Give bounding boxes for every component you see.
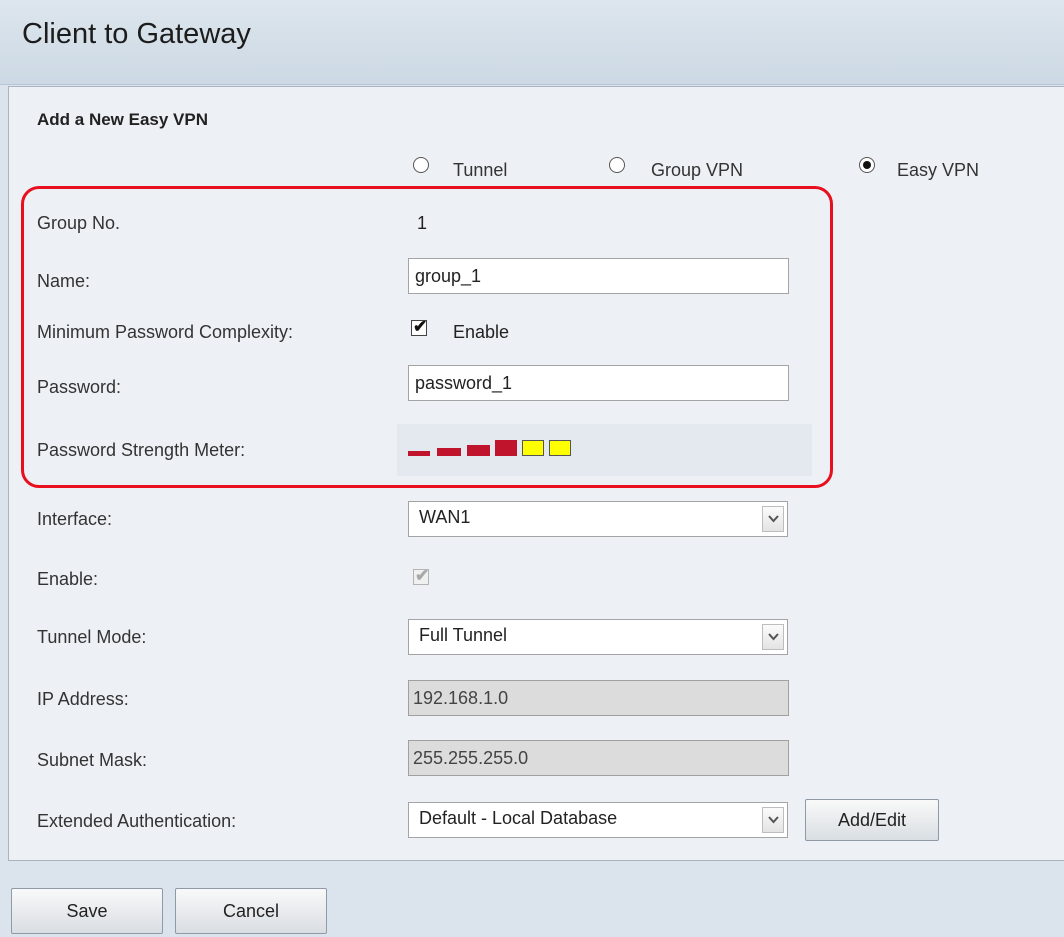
extended-authentication-select[interactable]: Default - Local Database [408,802,788,838]
enable-checkbox[interactable]: ✔ [413,566,430,585]
radio-easy-vpn[interactable] [859,157,875,173]
radio-easy-vpn-label: Easy VPN [897,160,980,180]
tunnel-mode-label: Tunnel Mode: [37,627,147,647]
page-header: Client to Gateway [0,0,1064,85]
interface-label: Interface: [37,509,113,529]
radio-tunnel-label: Tunnel [453,160,508,180]
radio-group-vpn-label: Group VPN [651,160,744,180]
interface-select[interactable]: WAN1 [408,501,788,537]
subnet-mask-input[interactable]: 255.255.255.0 [408,740,789,776]
checkmark-icon: ✔ [415,566,430,585]
section-title: Add a New Easy VPN [37,110,209,129]
save-button[interactable]: Save [11,888,163,934]
interface-select-value: WAN1 [419,507,471,527]
page-title: Client to Gateway [22,18,251,50]
ip-address-label: IP Address: [37,689,129,709]
radio-tunnel[interactable] [413,157,429,173]
highlight-box [21,186,833,488]
extended-authentication-select-value: Default - Local Database [419,808,618,828]
subnet-mask-label: Subnet Mask: [37,750,148,770]
subnet-mask-value: 255.255.255.0 [413,748,529,768]
tunnel-mode-select[interactable]: Full Tunnel [408,619,788,655]
chevron-down-icon[interactable] [762,807,784,833]
ip-address-input[interactable]: 192.168.1.0 [408,680,789,716]
extended-authentication-label: Extended Authentication: [37,811,237,831]
ip-address-value: 192.168.1.0 [413,688,509,708]
add-edit-button[interactable]: Add/Edit [805,799,939,841]
tunnel-mode-select-value: Full Tunnel [419,625,508,645]
enable-label: Enable: [37,569,99,589]
cancel-button[interactable]: Cancel [175,888,327,934]
radio-group-vpn[interactable] [609,157,625,173]
chevron-down-icon[interactable] [762,506,784,532]
chevron-down-icon[interactable] [762,624,784,650]
